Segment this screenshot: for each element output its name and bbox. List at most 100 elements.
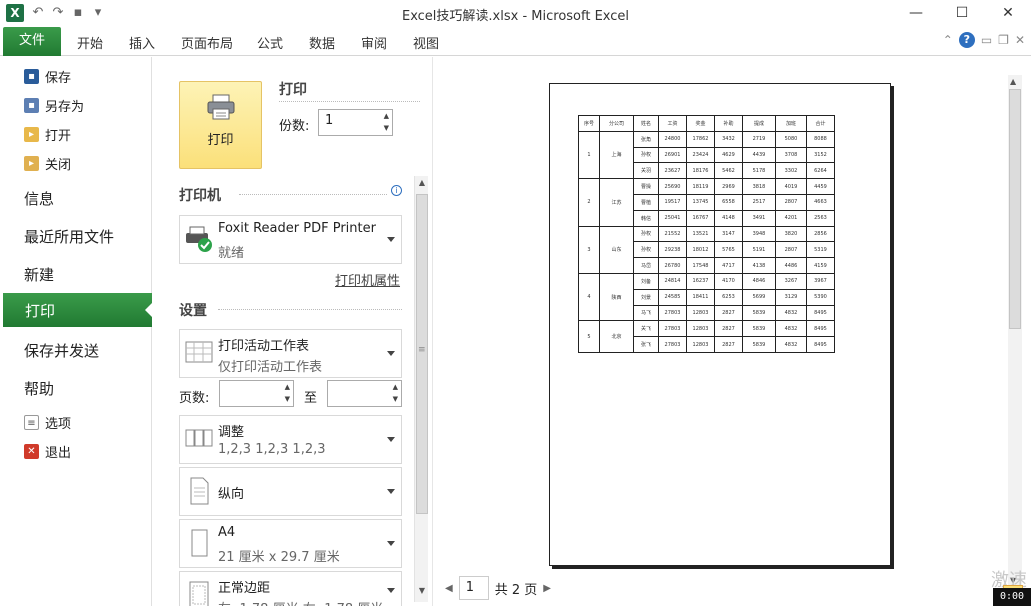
scroll-thumb[interactable] [1009, 89, 1021, 329]
tab-view[interactable]: 视图 [413, 33, 439, 52]
chevron-down-icon [387, 540, 395, 546]
table-cell: 2827 [714, 304, 743, 322]
table-cell: 2517 [742, 193, 776, 211]
index-cell: 3 [578, 225, 600, 274]
nav-save[interactable]: ▪ 保存 [24, 67, 71, 86]
stepper-up-icon[interactable]: ▲ [384, 112, 389, 120]
table-cell: 3302 [775, 162, 807, 180]
paper-desc: 21 厘米 x 29.7 厘米 [218, 550, 340, 565]
current-page-input[interactable]: 1 [458, 576, 489, 600]
minimize-button[interactable]: — [893, 0, 939, 26]
scroll-up-icon[interactable]: ▲ [1010, 77, 1016, 86]
copies-value: 1 [325, 113, 334, 128]
table-cell: 13521 [686, 225, 715, 243]
table-cell: 4629 [714, 146, 743, 164]
tab-review[interactable]: 审阅 [361, 33, 387, 52]
table-cell: 关羽 [633, 162, 659, 180]
scroll-thumb[interactable] [416, 194, 428, 514]
chevron-down-icon [387, 436, 395, 442]
doc-restore-icon[interactable]: ❐ [998, 33, 1009, 47]
scroll-down-icon[interactable]: ▼ [416, 586, 428, 600]
nav-info[interactable]: 信息 [24, 188, 54, 209]
save-icon: ▪ [24, 69, 39, 84]
info-icon[interactable]: i [391, 185, 402, 196]
nav-exit[interactable]: ✕ 退出 [24, 442, 71, 461]
tab-home[interactable]: 开始 [77, 33, 103, 52]
table-cell: 3948 [742, 225, 776, 243]
table-row: 1 上海 张角 24800 17862 3432 2719 5080 8088 [578, 130, 835, 180]
table-header-cell: 合计 [806, 115, 835, 132]
orientation-dropdown[interactable]: 纵向 [179, 467, 402, 516]
nav-save-as[interactable]: ▪ 另存为 [24, 96, 84, 115]
print-preview: 序号 分公司 姓名 工资 奖金 补助 提成 加班 合计 1 上海 张角 24800 17862 3432 2… [432, 57, 1031, 606]
table-cell: 4459 [806, 178, 835, 195]
orientation-title: 纵向 [218, 487, 245, 502]
save-as-icon: ▪ [24, 98, 39, 113]
stepper-up-icon[interactable]: ▲ [393, 383, 398, 391]
preview-scrollbar[interactable]: ▲ ▼ [1008, 75, 1022, 587]
nav-help[interactable]: 帮助 [24, 378, 54, 399]
print-scope-dropdown[interactable]: 打印活动工作表 仅打印活动工作表 [179, 329, 402, 378]
scroll-up-icon[interactable]: ▲ [416, 178, 428, 192]
table-cell: 4486 [775, 257, 807, 274]
nav-options[interactable]: ≡ 选项 [24, 413, 71, 432]
total-pages: 共 2 页 [494, 582, 538, 598]
collapse-ribbon-icon[interactable]: ⌃ [943, 33, 953, 47]
maximize-button[interactable]: ☐ [939, 0, 985, 26]
tab-formulas[interactable]: 公式 [257, 33, 283, 52]
table-cell: 4148 [714, 209, 743, 227]
index-cell: 1 [578, 130, 600, 180]
nav-print[interactable]: 打印 [3, 293, 153, 327]
doc-close-icon[interactable]: ✕ [1015, 33, 1025, 47]
printer-name: Foxit Reader PDF Printer [218, 221, 376, 236]
tab-insert[interactable]: 插入 [129, 33, 155, 52]
table-cell: 27803 [658, 304, 687, 322]
nav-save-send[interactable]: 保存并发送 [24, 340, 99, 361]
table-cell: 2719 [742, 130, 776, 148]
tab-page-layout[interactable]: 页面布局 [181, 33, 233, 52]
prev-page-icon[interactable]: ◀ [445, 583, 453, 594]
printer-dropdown[interactable]: Foxit Reader PDF Printer 就绪 [179, 215, 402, 264]
stepper-down-icon[interactable]: ▼ [384, 124, 389, 132]
close-button[interactable]: ✕ [985, 0, 1031, 26]
print-button-label: 打印 [207, 133, 234, 148]
recording-timer: 0:00 [993, 588, 1031, 606]
table-row: 4 陕西 刘备 24814 16237 4170 4846 3267 3967 [578, 272, 835, 322]
settings-scrollbar[interactable]: ▲ ▼ [414, 176, 428, 602]
margins-icon [189, 581, 209, 606]
doc-minimize-icon[interactable]: ▭ [981, 33, 992, 47]
nav-open[interactable]: ▸ 打开 [24, 125, 71, 144]
pages-from-stepper[interactable]: ▲ ▼ [219, 380, 294, 407]
nav-recent[interactable]: 最近所用文件 [24, 226, 114, 247]
table-cell: 2856 [806, 225, 835, 243]
tab-data[interactable]: 数据 [309, 33, 335, 52]
paper-size-dropdown[interactable]: A4 21 厘米 x 29.7 厘米 [179, 519, 402, 568]
tab-file[interactable]: 文件 [3, 27, 61, 56]
table-cell: 5080 [775, 130, 807, 148]
table-cell: 3152 [806, 146, 835, 164]
nav-close[interactable]: ▸ 关闭 [24, 154, 71, 173]
branch-cell: 上海 [599, 130, 634, 180]
next-page-icon[interactable]: ▶ [543, 583, 551, 594]
collate-icon [185, 429, 213, 447]
table-header-cell: 加班 [775, 115, 807, 132]
copies-stepper[interactable]: 1 ▲ ▼ [318, 109, 393, 136]
margins-dropdown[interactable]: 正常边距 左: 1.78 厘米 右: 1.78 厘米 [179, 571, 402, 606]
help-icon[interactable]: ? [958, 32, 975, 48]
table-cell: 2827 [714, 320, 743, 338]
table-cell: 曹操 [633, 178, 659, 195]
print-button[interactable]: 打印 [179, 81, 262, 169]
index-cell: 2 [578, 178, 600, 227]
stepper-down-icon[interactable]: ▼ [285, 395, 290, 403]
table-cell: 马飞 [633, 304, 659, 322]
table-cell: 2827 [714, 336, 743, 353]
nav-new[interactable]: 新建 [24, 264, 54, 285]
chevron-down-icon [387, 350, 395, 356]
table-row: 5 北京 关飞 27803 12803 2827 5839 4832 8495 [578, 320, 835, 353]
stepper-down-icon[interactable]: ▼ [393, 395, 398, 403]
pages-to-stepper[interactable]: ▲ ▼ [327, 380, 402, 407]
printer-properties-link[interactable]: 打印机属性 [335, 270, 400, 289]
stepper-up-icon[interactable]: ▲ [285, 383, 290, 391]
exit-icon: ✕ [24, 444, 39, 459]
collate-dropdown[interactable]: 调整 1,2,3 1,2,3 1,2,3 [179, 415, 402, 464]
